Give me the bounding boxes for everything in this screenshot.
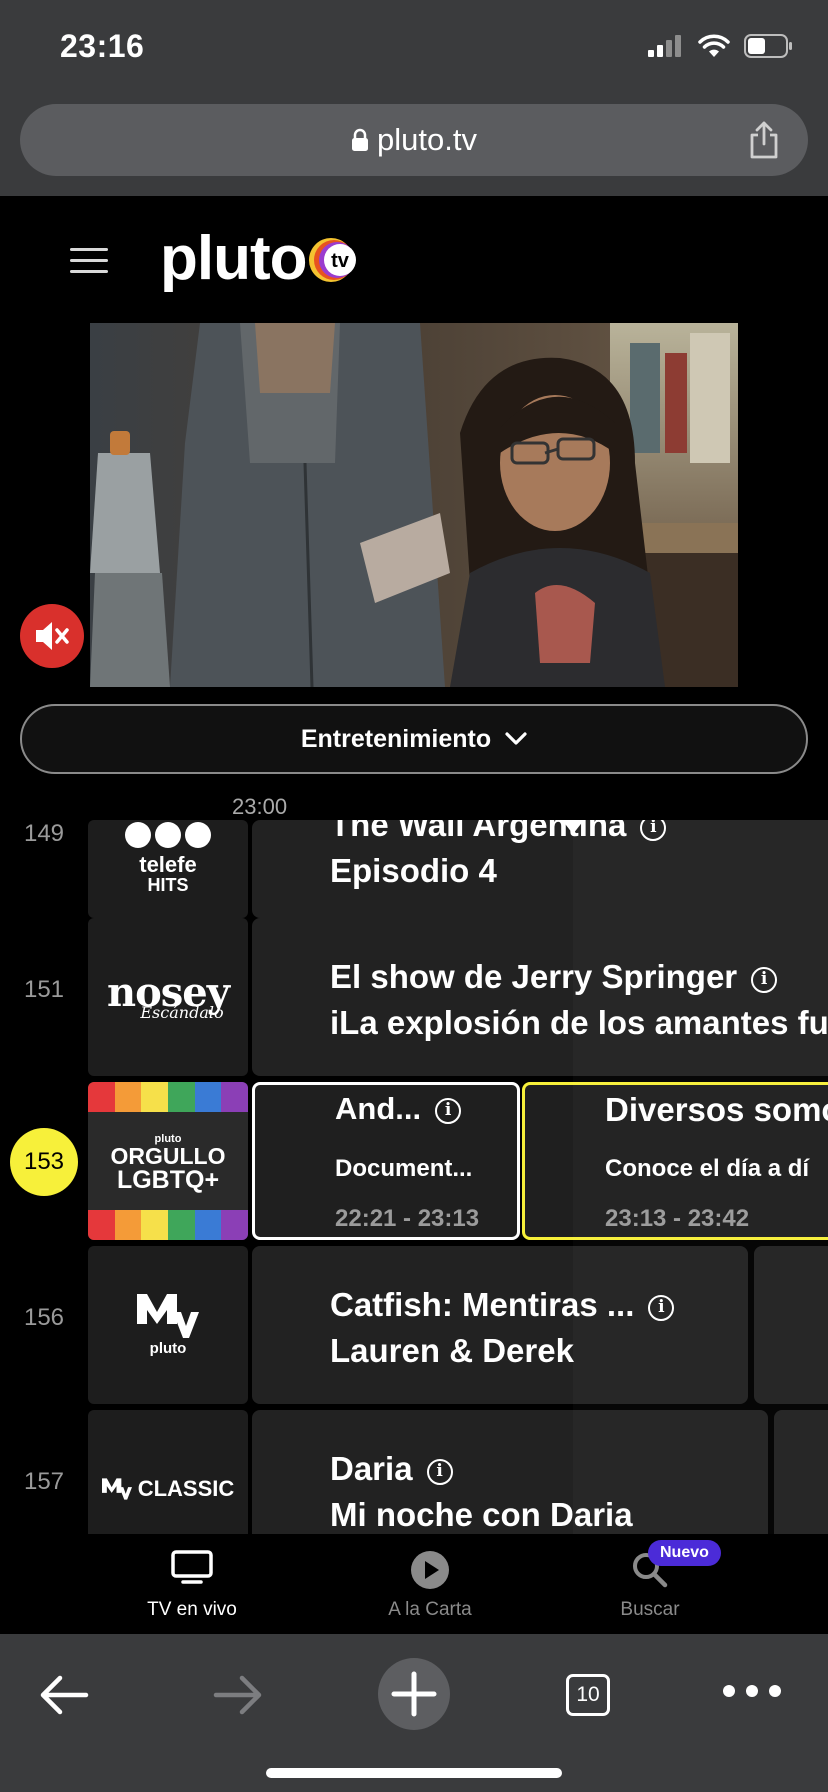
more-icon[interactable] — [722, 1684, 782, 1698]
logo-text-hits: HITS — [147, 875, 189, 895]
video-player[interactable] — [90, 323, 738, 687]
program-cell[interactable]: Daria i Mi noche con Daria — [252, 1410, 768, 1534]
logo-sub-pluto: pluto — [149, 1339, 187, 1357]
bottom-tab-bar: TV en vivo A la Carta Buscar Nuevo — [0, 1534, 828, 1634]
tab-label: A la Carta — [388, 1599, 472, 1620]
category-label: Entretenimiento — [300, 724, 492, 753]
info-icon[interactable]: i — [435, 1098, 462, 1124]
program-cell-next[interactable] — [754, 1246, 828, 1404]
tv-icon — [171, 1550, 213, 1584]
channel-number: 156 — [23, 1304, 65, 1331]
info-icon[interactable]: i — [648, 1295, 675, 1321]
tab-label: Buscar — [620, 1599, 680, 1620]
address-bar[interactable]: pluto.tv — [20, 104, 808, 176]
category-dropdown[interactable]: Entretenimiento — [20, 704, 808, 774]
channel-number: 151 — [23, 976, 65, 1003]
home-indicator[interactable] — [266, 1768, 562, 1778]
back-arrow-icon[interactable] — [38, 1674, 90, 1716]
program-cell-next[interactable] — [774, 1410, 828, 1534]
new-tab-button[interactable] — [378, 1658, 450, 1730]
program-title: Catfish: Mentiras ... i — [330, 1286, 675, 1324]
mute-button[interactable] — [20, 604, 84, 668]
tab-label: TV en vivo — [147, 1599, 237, 1620]
program-cell[interactable]: El show de Jerry Springer i iLa explosión… — [252, 918, 828, 1076]
program-time: 23:13 - 23:42 — [605, 1205, 750, 1232]
program-time: 22:21 - 23:13 — [335, 1205, 480, 1232]
program-subtitle: Lauren & Derek — [330, 1332, 574, 1369]
logo-text-orgullo: ORGULLO — [110, 1143, 226, 1169]
share-icon[interactable] — [748, 120, 780, 160]
rainbow-stripe-top — [88, 1082, 248, 1112]
plus-icon — [391, 1671, 437, 1717]
channel-number-selected: 153 — [10, 1128, 78, 1196]
rainbow-stripe-bottom — [88, 1210, 248, 1240]
program-subtitle: Document... — [335, 1155, 473, 1182]
info-icon[interactable]: i — [426, 1459, 453, 1485]
channel-logo-orgullo-lgbtq[interactable]: pluto ORGULLO LGBTQ+ — [88, 1082, 248, 1240]
forward-arrow-icon[interactable] — [212, 1674, 264, 1716]
channel-logo-telefe-hits[interactable]: telefe HITS — [88, 820, 248, 918]
lock-icon — [352, 128, 369, 151]
browser-top-chrome: 23:16 pluto.tv — [0, 0, 828, 196]
program-cell-current[interactable]: And... i Document... 22:21 - 23:13 — [252, 1082, 520, 1240]
status-time: 23:16 — [60, 28, 145, 64]
program-cell[interactable]: Catfish: Mentiras ... i Lauren & Derek — [252, 1246, 748, 1404]
channel-logo-mtv-classic[interactable]: CLASSIC — [88, 1410, 248, 1534]
channel-number: 157 — [23, 1468, 65, 1495]
channel-logo-nosey[interactable]: nosey Escándalo — [88, 918, 248, 1076]
logo-sub-escandalo: Escándalo — [140, 1003, 224, 1022]
app-header: pluto tv — [0, 196, 828, 322]
tabs-count-button[interactable]: 10 — [566, 1674, 610, 1716]
status-icons — [648, 34, 794, 58]
channel-row-156[interactable]: 156 pluto Catfish: Mentiras ... i Lauren … — [0, 1246, 828, 1404]
logo-text-telefe: telefe — [139, 852, 197, 877]
channel-number: 149 — [23, 820, 65, 847]
battery-icon — [744, 34, 792, 58]
program-subtitle: Mi noche con Daria — [330, 1496, 633, 1533]
info-icon[interactable]: i — [751, 967, 778, 993]
logo-text: pluto — [160, 224, 307, 293]
program-cell[interactable]: The Wall Argentina i Episodio 4 — [252, 820, 828, 918]
chevron-down-icon — [505, 732, 527, 745]
logo-tv-badge: tv — [308, 238, 356, 282]
program-cell-next[interactable]: Diversos somo Conoce el día a dí 23:13 -… — [522, 1082, 828, 1240]
url-display: pluto.tv — [20, 122, 808, 158]
program-subtitle: Conoce el día a dí — [605, 1155, 810, 1182]
channel-guide[interactable]: 23:00 149 telefe HITS The Wall Argentina… — [0, 794, 828, 1534]
logo-text-lgbtq: LGBTQ+ — [116, 1166, 220, 1194]
menu-icon[interactable] — [70, 248, 108, 274]
program-subtitle: iLa explosión de los amantes fu — [330, 1004, 828, 1041]
channel-row-149[interactable]: 149 telefe HITS The Wall Argentina i Epis… — [0, 794, 828, 922]
video-frame — [90, 323, 738, 687]
new-badge: Nuevo — [648, 1540, 721, 1566]
tab-a-la-carta[interactable]: A la Carta — [330, 1550, 530, 1621]
channel-row-151[interactable]: 151 nosey Escándalo El show de Jerry Spr… — [0, 918, 828, 1076]
tab-tv-en-vivo[interactable]: TV en vivo — [92, 1550, 292, 1621]
mtv-logo-icon — [137, 1293, 199, 1338]
program-title: And... i — [335, 1091, 462, 1127]
page: 23:16 pluto.tv pluto tv Entretenimiento … — [0, 0, 828, 1792]
telefe-dots — [125, 822, 211, 848]
mtv-small-logo-icon — [101, 1478, 132, 1500]
muted-speaker-icon — [36, 622, 69, 650]
channel-row-153[interactable]: 153 pluto ORGULLO LGBTQ+ And... i Documen… — [0, 1082, 828, 1240]
wifi-icon — [698, 34, 730, 57]
program-title: Daria i — [330, 1450, 453, 1488]
channel-logo-mtv-pluto[interactable]: pluto — [88, 1246, 248, 1404]
pluto-logo[interactable]: pluto tv — [160, 228, 363, 290]
info-icon[interactable]: i — [640, 820, 667, 841]
program-title: Diversos somo — [605, 1091, 828, 1128]
url-text: pluto.tv — [377, 122, 477, 157]
channel-row-157[interactable]: 157 CLASSIC Daria i Mi noche con Daria — [0, 1410, 828, 1534]
current-time-marker — [562, 820, 584, 834]
play-icon — [411, 1551, 449, 1589]
program-title: El show de Jerry Springer i — [330, 958, 778, 996]
logo-text-classic: CLASSIC — [137, 1476, 235, 1501]
signal-icon — [648, 35, 681, 57]
program-subtitle: Episodio 4 — [330, 852, 497, 889]
svg-text:tv: tv — [331, 250, 350, 272]
program-title: The Wall Argentina i — [330, 820, 667, 844]
